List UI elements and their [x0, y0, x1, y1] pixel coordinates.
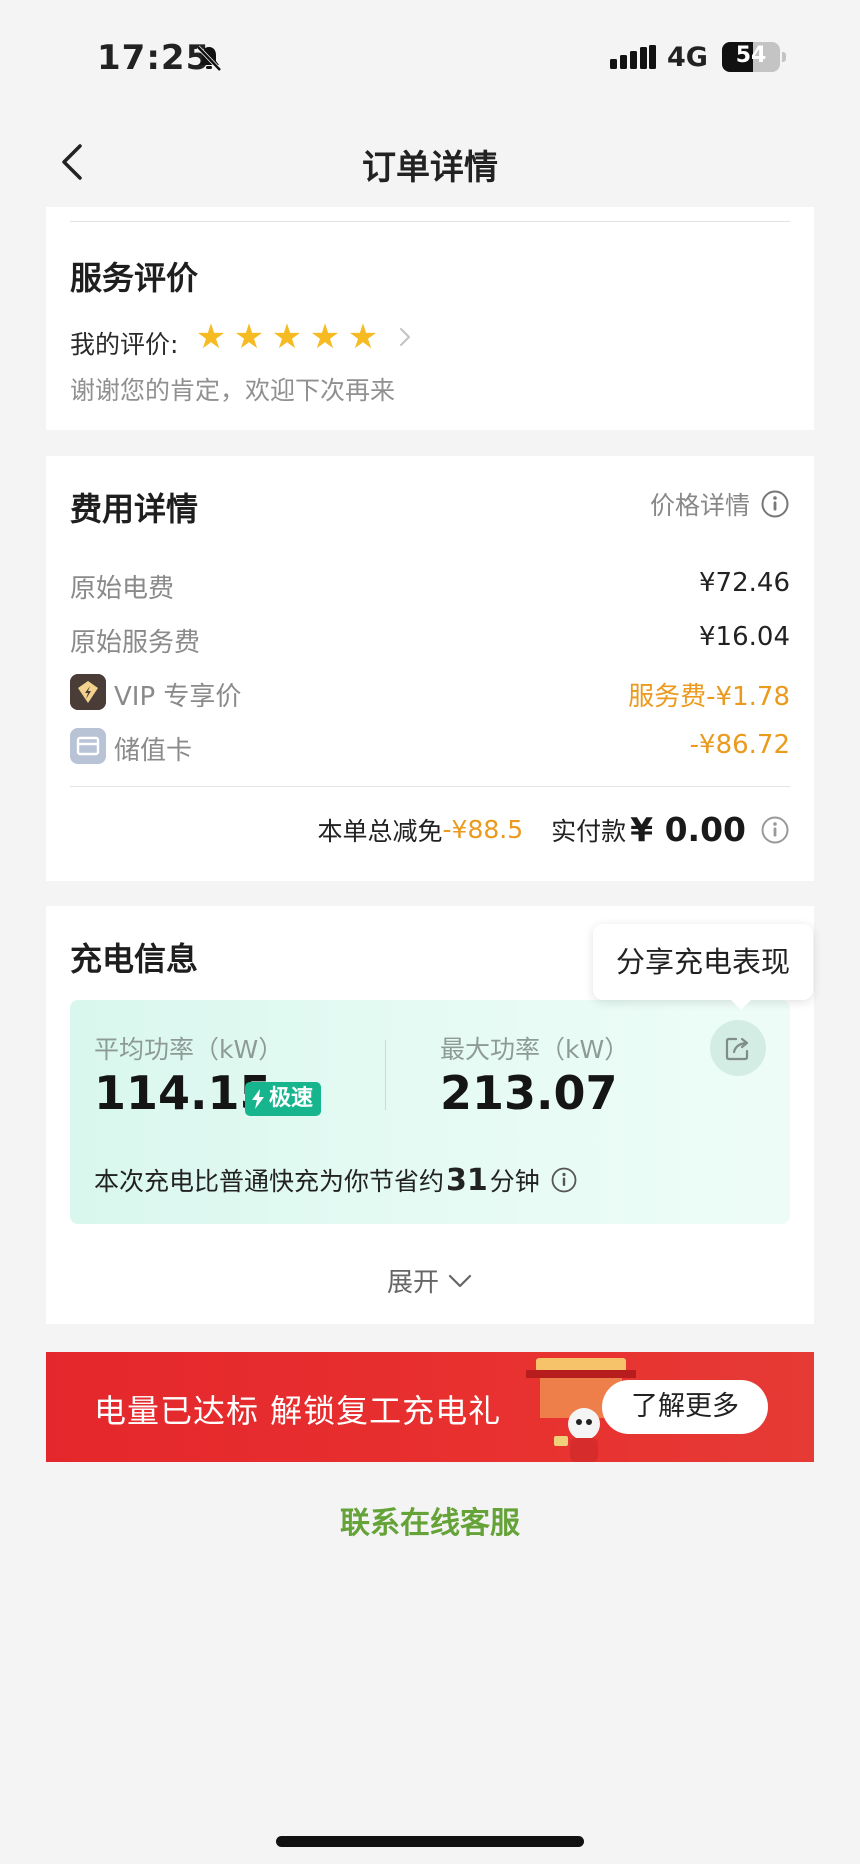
home-indicator[interactable]: [276, 1836, 584, 1847]
max-power-value: 213.07: [440, 1066, 618, 1120]
divider: [70, 221, 790, 222]
fee-label: 原始电费: [70, 574, 175, 604]
status-bar: 17:25 4G 54: [0, 0, 860, 110]
stored-value-card-icon: [70, 728, 106, 764]
divider: [70, 786, 790, 787]
chevron-right-icon[interactable]: [398, 325, 412, 349]
share-button[interactable]: [710, 1020, 766, 1076]
fee-label: VIP 专享价: [114, 682, 242, 712]
speed-badge: 极速: [245, 1082, 322, 1116]
time-saved-line: 本次充电比普通快充为你节省约 31 分钟: [94, 1162, 578, 1198]
rating-comment: 谢谢您的肯定，欢迎下次再来: [70, 376, 396, 405]
max-power-label: 最大功率（kW）: [440, 1035, 630, 1064]
share-icon: [725, 1037, 749, 1061]
fee-details-title: 费用详情: [70, 490, 199, 528]
total-discount-label: 本单总减免: [317, 816, 443, 846]
star-icon[interactable]: ★: [230, 319, 268, 355]
saving-minutes: 31: [446, 1162, 488, 1198]
divider: [385, 1040, 386, 1110]
fee-value: 服务费-¥1.78: [628, 682, 790, 712]
fee-value: -¥86.72: [689, 730, 790, 760]
fee-value: ¥16.04: [699, 622, 790, 652]
share-tooltip: 分享充电表现: [593, 924, 813, 1000]
my-rating-label: 我的评价:: [70, 330, 179, 359]
rating-stars[interactable]: ★ ★ ★ ★ ★: [192, 319, 382, 355]
page-title: 订单详情: [362, 148, 498, 188]
payment-summary: 本单总减免 -¥88.5 实付款 ¥ 0.00: [318, 810, 791, 849]
paid-label: 实付款: [551, 816, 627, 846]
info-icon: [761, 490, 789, 518]
fee-row: 原始服务费 ¥16.04: [70, 618, 790, 658]
charging-info-title: 充电信息: [70, 940, 199, 978]
nav-bar: 订单详情: [0, 110, 860, 210]
battery-icon: 54: [722, 42, 780, 72]
fee-row-stored-card: 储值卡 -¥86.72: [70, 726, 790, 766]
service-rating-card: 服务评价 我的评价: ★ ★ ★ ★ ★ 谢谢您的肯定，欢迎下次再来: [46, 207, 814, 430]
saving-suffix: 分钟: [489, 1167, 540, 1196]
network-label: 4G: [667, 42, 708, 73]
expand-button[interactable]: 展开: [46, 1262, 814, 1299]
fee-details-card: 费用详情 价格详情 原始电费 ¥72.46 原始服务费 ¥16.04 VIP 专…: [46, 456, 814, 881]
lightning-icon: [252, 1089, 264, 1109]
star-icon[interactable]: ★: [268, 319, 306, 355]
paid-value: ¥ 0.00: [630, 810, 746, 849]
avg-power-label: 平均功率（kW）: [94, 1035, 284, 1064]
contact-support-link[interactable]: 联系在线客服: [0, 1498, 860, 1542]
chevron-down-icon: [448, 1274, 472, 1287]
info-icon[interactable]: [760, 815, 790, 845]
speed-badge-label: 极速: [269, 1086, 314, 1111]
vip-diamond-icon: [70, 674, 106, 710]
fee-label: 储值卡: [114, 736, 193, 766]
info-icon[interactable]: [550, 1166, 578, 1194]
price-detail-label: 价格详情: [649, 491, 750, 520]
star-icon[interactable]: ★: [344, 319, 382, 355]
expand-label: 展开: [386, 1268, 439, 1298]
signal-icon: [610, 45, 656, 69]
promo-banner[interactable]: 电量已达标 解锁复工充电礼 了解更多: [46, 1352, 814, 1462]
star-icon[interactable]: ★: [306, 319, 344, 355]
fee-row: 原始电费 ¥72.46: [70, 564, 790, 604]
service-rating-title: 服务评价: [70, 259, 199, 297]
battery-nub: [782, 52, 786, 62]
fee-row-vip: VIP 专享价 服务费-¥1.78: [70, 672, 790, 712]
learn-more-button[interactable]: 了解更多: [602, 1380, 768, 1434]
bell-muted-icon: [196, 45, 222, 72]
total-discount-value: -¥88.5: [442, 815, 524, 844]
saving-prefix: 本次充电比普通快充为你节省约: [94, 1167, 445, 1196]
battery-level: 54: [735, 43, 767, 68]
fee-label: 原始服务费: [70, 628, 201, 658]
tooltip-arrow: [729, 998, 753, 1010]
fee-value: ¥72.46: [699, 568, 790, 598]
banner-text: 电量已达标 解锁复工充电礼: [94, 1392, 502, 1430]
star-icon[interactable]: ★: [192, 319, 230, 355]
charging-stats-panel: 平均功率（kW） 114.15 极速 最大功率（kW） 213.07 本次充电比…: [70, 1000, 790, 1224]
price-detail-link[interactable]: 价格详情: [650, 486, 790, 522]
